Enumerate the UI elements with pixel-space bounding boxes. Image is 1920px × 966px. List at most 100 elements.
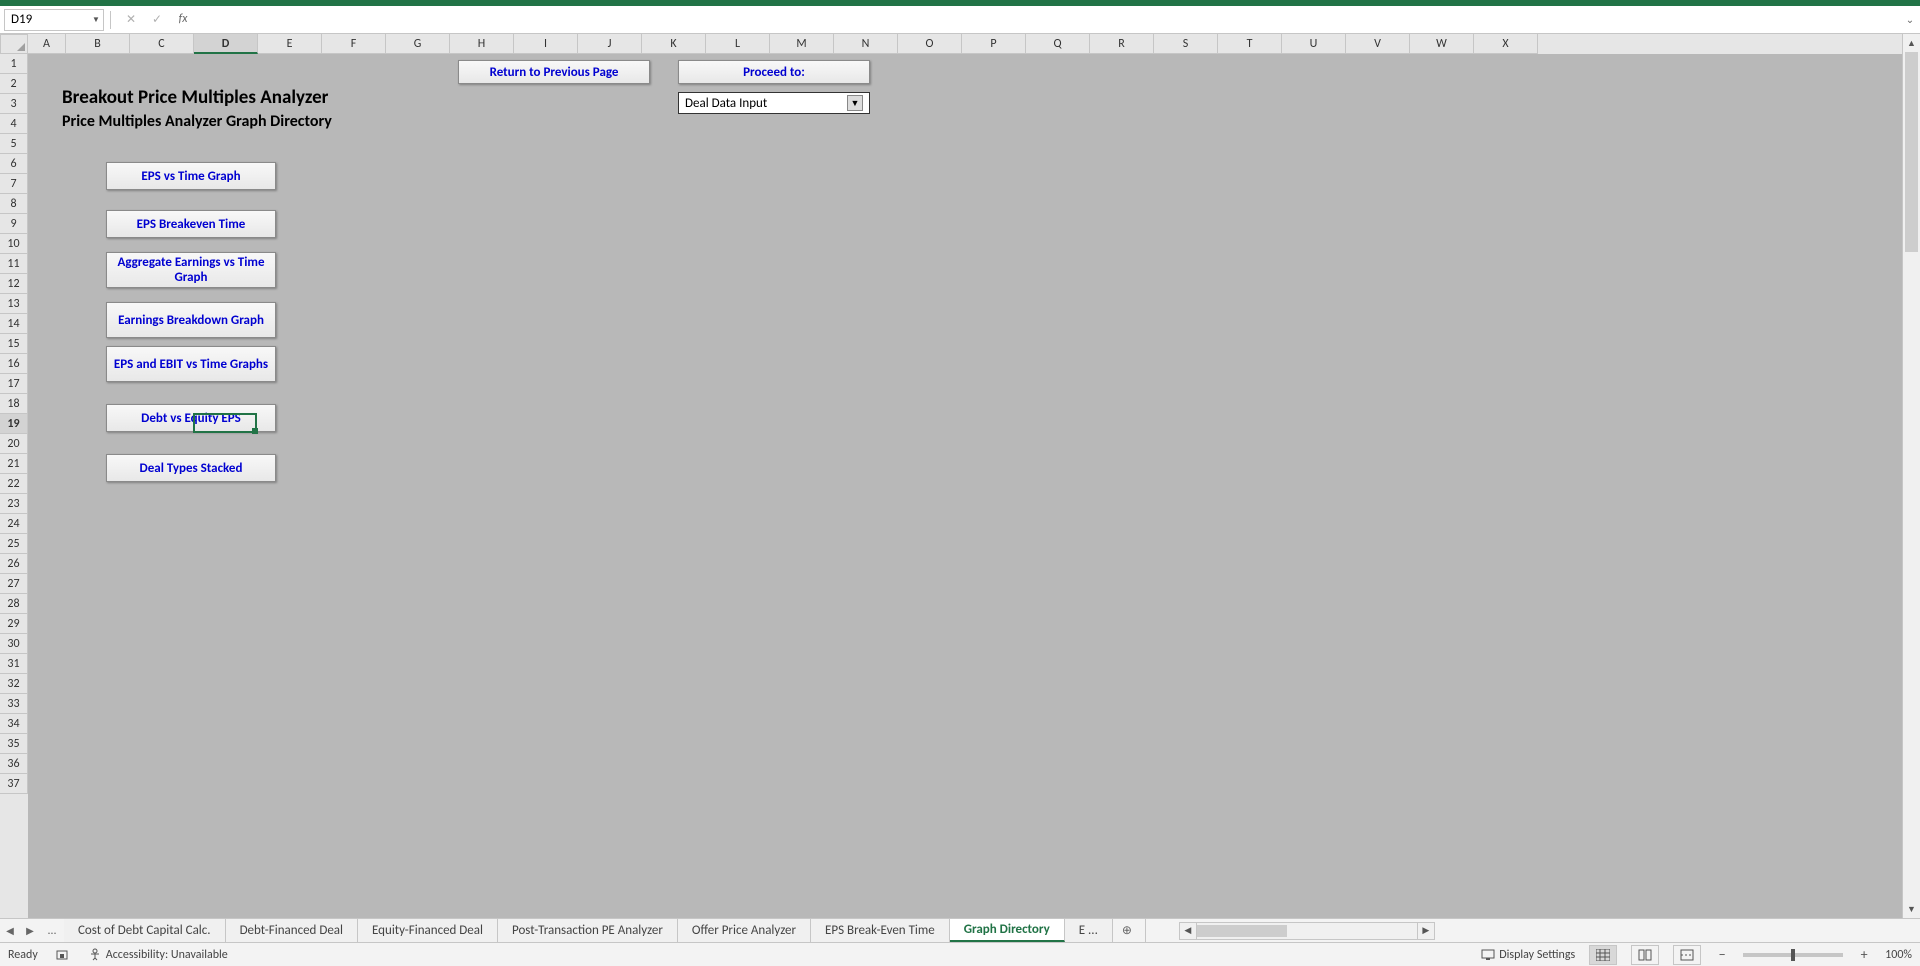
select-all-button[interactable] xyxy=(0,34,28,54)
sheet-tab[interactable]: Offer Price Analyzer xyxy=(678,919,811,942)
column-header[interactable]: W xyxy=(1410,34,1474,54)
scroll-track[interactable] xyxy=(1903,52,1920,900)
h-scroll-thumb[interactable] xyxy=(1197,925,1287,937)
row-header[interactable]: 15 xyxy=(0,334,28,354)
column-header[interactable]: R xyxy=(1090,34,1154,54)
column-header[interactable]: M xyxy=(770,34,834,54)
row-header[interactable]: 3 xyxy=(0,94,28,114)
column-header[interactable]: D xyxy=(194,34,258,54)
row-header[interactable]: 17 xyxy=(0,374,28,394)
formula-bar-expand-icon[interactable]: ⌄ xyxy=(1904,13,1920,26)
column-header[interactable]: E xyxy=(258,34,322,54)
return-button[interactable]: Return to Previous Page xyxy=(458,60,650,84)
name-box-dropdown-icon[interactable]: ▼ xyxy=(89,15,103,25)
row-header[interactable]: 26 xyxy=(0,554,28,574)
h-scroll-track[interactable] xyxy=(1197,922,1417,940)
column-header[interactable]: V xyxy=(1346,34,1410,54)
formula-input[interactable] xyxy=(197,9,1904,31)
sheet-body[interactable]: Breakout Price Multiples Analyzer Price … xyxy=(28,54,1902,918)
row-header[interactable]: 9 xyxy=(0,214,28,234)
column-header[interactable]: F xyxy=(322,34,386,54)
row-header[interactable]: 23 xyxy=(0,494,28,514)
row-header[interactable]: 33 xyxy=(0,694,28,714)
sheet-tab[interactable]: Graph Directory xyxy=(950,919,1065,942)
zoom-out-icon[interactable]: − xyxy=(1715,946,1729,963)
row-header[interactable]: 11 xyxy=(0,254,28,274)
row-header[interactable]: 24 xyxy=(0,514,28,534)
chevron-down-icon[interactable]: ▼ xyxy=(847,95,863,111)
row-header[interactable]: 30 xyxy=(0,634,28,654)
row-header[interactable]: 2 xyxy=(0,74,28,94)
row-header[interactable]: 13 xyxy=(0,294,28,314)
column-header[interactable]: Q xyxy=(1026,34,1090,54)
aggregate-earnings-button[interactable]: Aggregate Earnings vs Time Graph xyxy=(106,252,276,288)
row-header[interactable]: 7 xyxy=(0,174,28,194)
tab-splitter[interactable] xyxy=(1145,919,1159,942)
row-header[interactable]: 14 xyxy=(0,314,28,334)
earnings-breakdown-button[interactable]: Earnings Breakdown Graph xyxy=(106,302,276,338)
scroll-right-icon[interactable]: ▶ xyxy=(1417,922,1435,940)
column-header[interactable]: P xyxy=(962,34,1026,54)
column-header[interactable]: X xyxy=(1474,34,1538,54)
row-header[interactable]: 21 xyxy=(0,454,28,474)
tab-prev-icon[interactable]: ◀ xyxy=(0,919,20,942)
enter-icon[interactable]: ✓ xyxy=(149,12,165,27)
normal-view-icon[interactable] xyxy=(1589,945,1617,965)
row-header[interactable]: 6 xyxy=(0,154,28,174)
column-header[interactable]: S xyxy=(1154,34,1218,54)
scroll-thumb[interactable] xyxy=(1905,52,1918,252)
column-header[interactable]: H xyxy=(450,34,514,54)
row-header[interactable]: 12 xyxy=(0,274,28,294)
row-header[interactable]: 8 xyxy=(0,194,28,214)
column-header[interactable]: N xyxy=(834,34,898,54)
page-break-view-icon[interactable] xyxy=(1673,945,1701,965)
row-header[interactable]: 20 xyxy=(0,434,28,454)
proceed-button[interactable]: Proceed to: xyxy=(678,60,870,84)
sheet-tab[interactable]: EPS Break-Even Time xyxy=(811,919,950,942)
proceed-dropdown[interactable]: Deal Data Input ▼ xyxy=(678,92,870,114)
name-box[interactable]: D19 ▼ xyxy=(4,9,104,31)
row-header[interactable]: 32 xyxy=(0,674,28,694)
row-header[interactable]: 28 xyxy=(0,594,28,614)
column-header[interactable]: C xyxy=(130,34,194,54)
column-header[interactable]: U xyxy=(1282,34,1346,54)
column-header[interactable]: K xyxy=(642,34,706,54)
row-header[interactable]: 29 xyxy=(0,614,28,634)
eps-vs-time-button[interactable]: EPS vs Time Graph xyxy=(106,162,276,190)
accessibility-status[interactable]: Accessibility: Unavailable xyxy=(88,948,228,962)
tab-next-icon[interactable]: ▶ xyxy=(20,919,40,942)
zoom-slider-thumb[interactable] xyxy=(1791,949,1795,961)
macro-record-icon[interactable] xyxy=(56,948,70,962)
column-header[interactable]: G xyxy=(386,34,450,54)
scroll-down-icon[interactable]: ▼ xyxy=(1903,900,1920,918)
column-header[interactable]: J xyxy=(578,34,642,54)
horizontal-scrollbar[interactable]: ◀ ▶ xyxy=(1179,919,1920,942)
display-settings-button[interactable]: Display Settings xyxy=(1481,948,1575,962)
row-header[interactable]: 34 xyxy=(0,714,28,734)
row-header[interactable]: 19 xyxy=(0,414,28,434)
column-header[interactable]: A xyxy=(28,34,66,54)
tab-more-icon[interactable]: … xyxy=(40,919,64,942)
debt-vs-equity-button[interactable]: Debt vs Equity EPS xyxy=(106,404,276,432)
sheet-tab[interactable]: Equity-Financed Deal xyxy=(358,919,498,942)
row-header[interactable]: 1 xyxy=(0,54,28,74)
row-header[interactable]: 10 xyxy=(0,234,28,254)
row-header[interactable]: 31 xyxy=(0,654,28,674)
sheet-tab[interactable]: Debt-Financed Deal xyxy=(226,919,358,942)
row-header[interactable]: 5 xyxy=(0,134,28,154)
column-header[interactable]: B xyxy=(66,34,130,54)
zoom-slider[interactable] xyxy=(1743,953,1843,957)
page-layout-view-icon[interactable] xyxy=(1631,945,1659,965)
eps-breakeven-button[interactable]: EPS Breakeven Time xyxy=(106,210,276,238)
new-sheet-icon[interactable]: ⊕ xyxy=(1113,919,1141,942)
row-header[interactable]: 4 xyxy=(0,114,28,134)
column-header[interactable]: O xyxy=(898,34,962,54)
deal-types-stacked-button[interactable]: Deal Types Stacked xyxy=(106,454,276,482)
zoom-in-icon[interactable]: + xyxy=(1857,946,1871,963)
row-header[interactable]: 22 xyxy=(0,474,28,494)
row-header[interactable]: 25 xyxy=(0,534,28,554)
row-header[interactable]: 35 xyxy=(0,734,28,754)
column-header[interactable]: T xyxy=(1218,34,1282,54)
row-header[interactable]: 36 xyxy=(0,754,28,774)
zoom-level[interactable]: 100% xyxy=(1885,948,1912,962)
